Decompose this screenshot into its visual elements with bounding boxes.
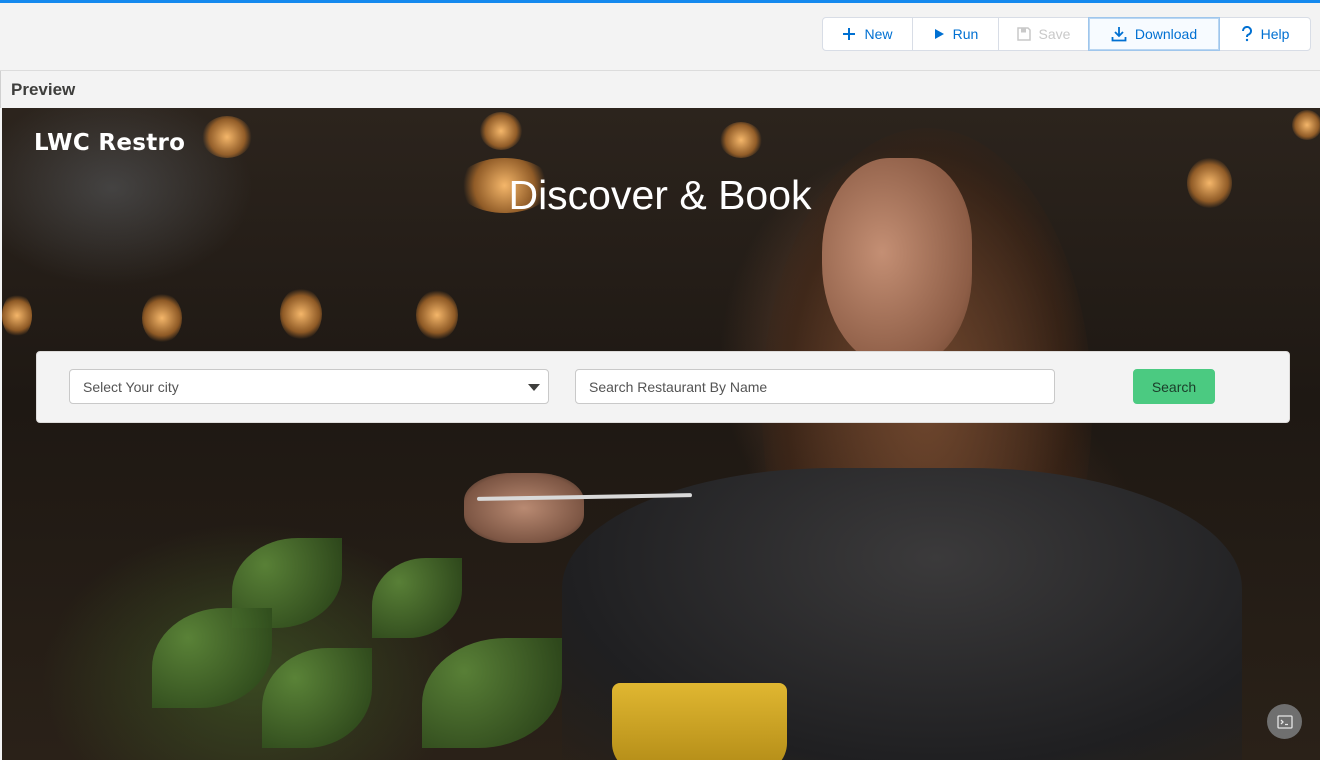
bokeh-light — [142, 293, 182, 343]
new-button[interactable]: New — [822, 17, 913, 51]
plant-leaf — [372, 558, 462, 638]
new-button-label: New — [864, 26, 893, 42]
terminal-icon — [1276, 714, 1293, 729]
search-card: Select Your city Search — [36, 351, 1290, 423]
bokeh-light — [416, 290, 458, 340]
bokeh-light — [2, 293, 32, 338]
save-button[interactable]: Save — [998, 17, 1089, 51]
bokeh-light — [480, 112, 522, 150]
brand-logo-text: LWC Restro — [34, 130, 186, 156]
download-button-label: Download — [1134, 26, 1198, 42]
search-button[interactable]: Search — [1133, 369, 1215, 404]
plus-icon — [843, 28, 856, 40]
bokeh-light — [720, 122, 762, 158]
preview-header: Preview — [0, 71, 1320, 108]
run-button-label: Run — [952, 26, 979, 42]
chevron-down-icon — [528, 384, 540, 391]
save-button-label: Save — [1038, 26, 1071, 42]
help-button-label: Help — [1260, 26, 1290, 42]
preview-title: Preview — [11, 80, 76, 99]
download-button[interactable]: Download — [1088, 17, 1220, 51]
question-icon — [1241, 26, 1252, 42]
city-select-placeholder: Select Your city — [83, 379, 179, 395]
yellow-mug — [612, 683, 787, 760]
plant-leaf — [422, 638, 562, 748]
restaurant-name-search-input[interactable] — [575, 369, 1055, 404]
download-icon — [1111, 27, 1127, 42]
hand-shape — [464, 473, 584, 543]
bokeh-light — [202, 116, 252, 158]
toolbar-button-group: New Run Save Download Help — [822, 17, 1311, 51]
console-button[interactable] — [1267, 704, 1302, 739]
hero-headline: Discover & Book — [508, 172, 812, 218]
bokeh-light — [280, 288, 322, 340]
toolbar: New Run Save Download Help — [0, 3, 1320, 71]
save-icon — [1016, 27, 1031, 41]
play-icon — [934, 29, 944, 39]
run-button[interactable]: Run — [912, 17, 999, 51]
plant-leaf — [262, 648, 372, 748]
bokeh-light — [1292, 110, 1320, 140]
plant-leaf — [152, 608, 272, 708]
city-select[interactable]: Select Your city — [69, 369, 549, 404]
help-button[interactable]: Help — [1219, 17, 1311, 51]
